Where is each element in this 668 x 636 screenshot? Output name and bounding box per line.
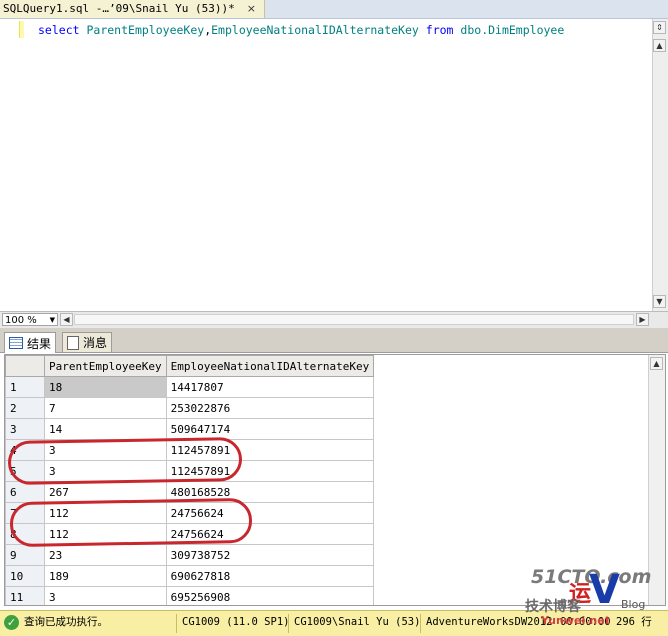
query-tab-title: SQLQuery1.sql -…’09\Snail Yu (53))* (3, 2, 235, 15)
watermark-v-logo: V (589, 567, 620, 613)
tab-results[interactable]: 结果 (4, 332, 57, 353)
column-header[interactable]: EmployeeNationalIDAlternateKey (165, 355, 375, 377)
table-row[interactable]: 1 18 14417807 (5, 376, 375, 398)
table-row[interactable]: 11 3 695256908 (5, 586, 375, 605)
changed-line-marker (19, 21, 24, 38)
result-tabs: 结果 消息 (0, 328, 668, 353)
cell[interactable]: 189 (44, 565, 167, 587)
scroll-up-icon[interactable]: ▲ (653, 39, 666, 52)
cell[interactable]: 18 (44, 376, 167, 398)
cell[interactable]: 14417807 (165, 376, 375, 398)
table-row[interactable]: 3 14 509647174 (5, 418, 375, 440)
row-number[interactable]: 6 (5, 481, 45, 503)
table-name: dbo.DimEmployee (460, 23, 565, 37)
success-check-icon: ✓ (4, 615, 19, 630)
column-parent-key: ParentEmployeeKey (86, 23, 205, 37)
grid-icon (9, 337, 23, 349)
editor-vertical-scrollbar[interactable]: ⇕ ▲ ▼ (652, 19, 668, 311)
editor-gutter (0, 19, 17, 311)
tab-messages-label: 消息 (83, 336, 108, 350)
corner-cell[interactable] (5, 355, 45, 377)
table-row[interactable]: 2 7 253022876 (5, 397, 375, 419)
watermark-brand: Yunwei.net (541, 614, 610, 627)
watermark-blog: Blog (621, 598, 646, 611)
cell[interactable]: 23 (44, 544, 167, 566)
site-watermark: 51CTO.com V 运 技术博客 Blog Yunwei.net (525, 566, 665, 632)
column-header[interactable]: ParentEmployeeKey (44, 355, 167, 377)
cell[interactable]: 695256908 (165, 586, 375, 605)
table-row[interactable]: 9 23 309738752 (5, 544, 375, 566)
row-number[interactable]: 3 (5, 418, 45, 440)
cell[interactable]: 7 (44, 397, 167, 419)
row-number[interactable]: 10 (5, 565, 45, 587)
cell[interactable]: 3 (44, 586, 167, 605)
zoom-select[interactable]: 100 % ▼ (2, 313, 58, 326)
query-editor[interactable]: select ParentEmployeeKey,EmployeeNationa… (0, 19, 652, 311)
keyword-select: select (38, 23, 80, 37)
tab-messages[interactable]: 消息 (62, 332, 113, 352)
cell[interactable]: 14 (44, 418, 167, 440)
status-message: 查询已成功执行。 (24, 616, 108, 628)
status-divider (420, 614, 421, 633)
status-server: CG1009 (11.0 SP1) (182, 616, 290, 628)
cell[interactable]: 309738752 (165, 544, 375, 566)
sql-line[interactable]: select ParentEmployeeKey,EmployeeNationa… (38, 23, 564, 37)
header-row: ParentEmployeeKey EmployeeNationalIDAlte… (5, 355, 375, 377)
cell[interactable]: 253022876 (165, 397, 375, 419)
grid-scroll-up-icon[interactable]: ▲ (650, 357, 663, 370)
message-icon (67, 335, 79, 350)
row-number[interactable]: 11 (5, 586, 45, 605)
row-number[interactable]: 1 (5, 376, 45, 398)
editor-horizontal-scrollbar[interactable] (74, 314, 634, 325)
row-number[interactable]: 2 (5, 397, 45, 419)
column-national-id: EmployeeNationalIDAlternateKey (211, 23, 419, 37)
zoom-value: 100 % (5, 315, 37, 326)
table-row[interactable]: 10 189 690627818 (5, 565, 375, 587)
scroll-left-icon[interactable]: ◀ (60, 313, 73, 326)
status-divider (176, 614, 177, 633)
scroll-right-icon[interactable]: ▶ (636, 313, 649, 326)
duplicate-highlight-oval-1 (7, 436, 243, 486)
scroll-down-icon[interactable]: ▼ (653, 295, 666, 308)
row-number[interactable]: 9 (5, 544, 45, 566)
close-tab-icon[interactable]: × (247, 0, 256, 18)
split-icon[interactable]: ⇕ (653, 21, 666, 34)
query-tab[interactable]: SQLQuery1.sql -…’09\Snail Yu (53))* × (0, 0, 266, 18)
document-tab-bar: SQLQuery1.sql -…’09\Snail Yu (53))* × (0, 0, 668, 19)
tab-results-label: 结果 (27, 336, 52, 351)
status-user: CG1009\Snail Yu (53) (294, 616, 421, 628)
duplicate-highlight-oval-2 (9, 497, 253, 548)
keyword-from: from (425, 23, 454, 37)
cell[interactable]: 509647174 (165, 418, 375, 440)
chevron-down-icon: ▼ (49, 316, 55, 324)
status-divider (288, 614, 289, 633)
watermark-tagline: 技术博客 (525, 599, 581, 615)
cell[interactable]: 690627818 (165, 565, 375, 587)
zoom-bar: 100 % ▼ ◀ ▶ (0, 311, 668, 328)
